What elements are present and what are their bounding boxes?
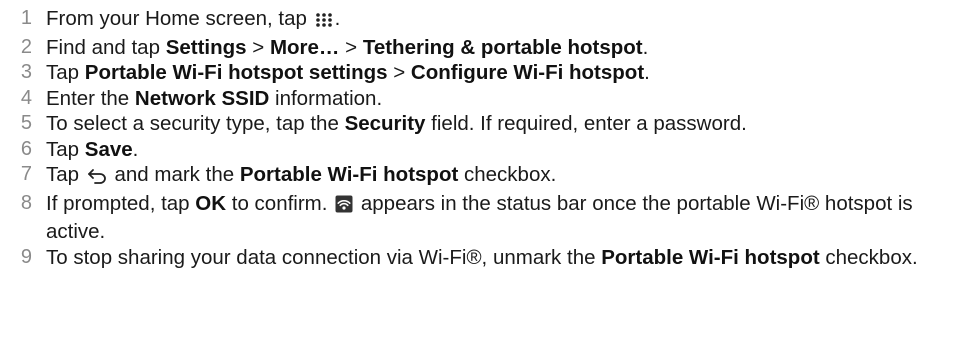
step-text: Tap Portable Wi-Fi hotspot settings > Co… <box>46 61 650 84</box>
step-text: If prompted, tap OK to confirm. appears … <box>46 191 913 244</box>
step-text: Tap Save. <box>46 137 139 161</box>
step-number: 6 <box>20 137 32 160</box>
step-text: To stop sharing your data connection via… <box>46 245 918 269</box>
step-text: To select a security type, tap the Secur… <box>46 112 747 135</box>
step-9: 9 To stop sharing your data connection v… <box>0 245 979 271</box>
step-text: Find and tap Settings > More… > Tetherin… <box>46 35 649 59</box>
step-3: 3 Tap Portable Wi-Fi hotspot settings > … <box>0 60 979 86</box>
step-7: 7 Tap and mark the Portable Wi-Fi hotspo… <box>0 162 979 191</box>
step-8: 8 If prompted, tap OK to confirm. appear… <box>0 191 979 245</box>
step-text: From your Home screen, tap . <box>46 6 979 35</box>
step-number: 4 <box>20 86 32 109</box>
step-text: Tap and mark the Portable Wi-Fi hotspot … <box>46 162 979 191</box>
step-number: 8 <box>20 191 32 214</box>
back-arrow-icon <box>87 165 107 191</box>
step-number: 3 <box>20 61 32 83</box>
step-6: 6 Tap Save. <box>0 137 979 163</box>
step-2: 2 Find and tap Settings > More… > Tether… <box>0 35 979 61</box>
step-number: 5 <box>20 112 32 134</box>
step-text: Enter the Network SSID information. <box>46 86 383 110</box>
step-number: 1 <box>20 7 32 29</box>
step-number: 7 <box>20 163 32 185</box>
step-number: 2 <box>20 35 32 58</box>
step-5: 5 To select a security type, tap the Sec… <box>0 111 979 137</box>
apps-grid-icon <box>315 9 333 35</box>
step-1: 1 From your Home screen, tap . <box>0 6 979 35</box>
instruction-list: 1 From your Home screen, tap . 2 Find an… <box>0 0 979 270</box>
step-4: 4 Enter the Network SSID information. <box>0 86 979 112</box>
wifi-hotspot-icon <box>335 194 353 220</box>
step-number: 9 <box>20 245 32 268</box>
